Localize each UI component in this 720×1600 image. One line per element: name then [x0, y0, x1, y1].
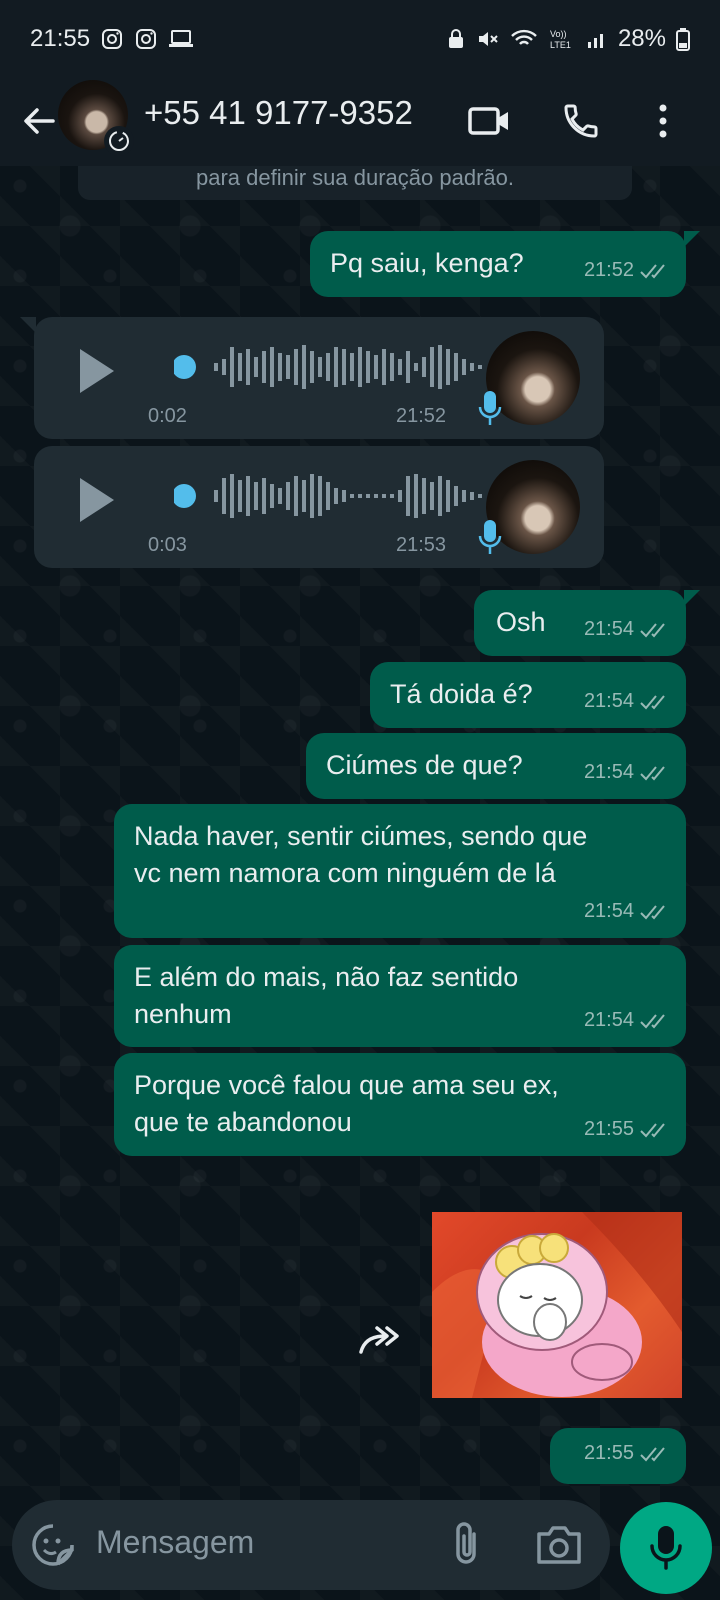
bubble-tail	[684, 231, 700, 247]
message-text: Pq saiu, kenga?	[330, 248, 524, 278]
more-options-icon[interactable]	[640, 98, 686, 144]
play-icon[interactable]	[76, 347, 116, 395]
message-composer: Mensagem	[12, 1500, 610, 1590]
message-time: 21:53	[396, 534, 447, 556]
message-text: Nada haver, sentir ciúmes, sendo que vc …	[134, 821, 588, 888]
message-text: Porque você falou que ama seu ex, que te…	[134, 1070, 559, 1137]
voice-message[interactable]: 0:03 21:53	[34, 446, 604, 568]
disappearing-timer-icon	[104, 126, 134, 156]
svg-text:LTE1: LTE1	[550, 40, 571, 50]
status-time: 21:55	[30, 25, 91, 52]
battery-icon	[676, 27, 690, 51]
voice-duration: 0:02	[148, 405, 187, 427]
message-time: 21:54	[583, 1009, 634, 1031]
outgoing-message[interactable]: Porque você falou que ama seu ex, que te…	[114, 1053, 686, 1156]
message-meta: 21:55	[584, 1435, 670, 1472]
voice-duration: 0:03	[148, 534, 187, 556]
double-check-icon	[640, 765, 665, 780]
double-check-icon	[640, 1122, 665, 1137]
laptop-icon	[168, 28, 194, 50]
message-time: 21:52	[396, 405, 447, 427]
message-meta: 21:54	[584, 611, 670, 648]
message-time: 21:54	[583, 618, 634, 640]
double-check-icon	[640, 622, 665, 637]
signal-icon	[586, 28, 608, 50]
double-check-icon	[640, 904, 665, 919]
battery-percent: 28%	[617, 25, 666, 52]
instagram-icon	[134, 27, 158, 51]
bubble-tail	[20, 317, 36, 333]
outgoing-message[interactable]: Ciúmes de que? 21:54	[306, 733, 686, 799]
svg-text:Vo)): Vo))	[550, 29, 567, 39]
mic-icon	[650, 1526, 682, 1570]
status-bar: 21:55 Vo)) LTE1 28%	[0, 0, 720, 78]
mic-icon	[478, 391, 502, 425]
message-meta: 21:52	[584, 252, 670, 289]
play-icon[interactable]	[76, 476, 116, 524]
message-text: Tá doida é?	[390, 679, 533, 709]
disappearing-messages-banner: para definir sua duração padrão.	[78, 166, 632, 200]
message-input[interactable]: Mensagem	[96, 1524, 254, 1561]
sticker-image[interactable]	[432, 1212, 682, 1398]
camera-icon[interactable]	[534, 1522, 584, 1568]
chat-header: +55 41 9177-9352	[0, 78, 720, 166]
message-meta: 21:54	[584, 683, 670, 720]
lock-icon	[446, 27, 466, 51]
attach-icon[interactable]	[444, 1520, 490, 1570]
forward-icon[interactable]	[344, 1306, 414, 1376]
video-call-icon[interactable]	[466, 98, 512, 144]
voice-record-button[interactable]	[620, 1502, 712, 1594]
outgoing-message[interactable]: E além do mais, não faz sentido nenhum 2…	[114, 945, 686, 1047]
double-check-icon	[640, 1446, 665, 1461]
message-meta: 21:55	[584, 1111, 670, 1148]
voice-call-icon[interactable]	[558, 98, 604, 144]
double-check-icon	[640, 1013, 665, 1028]
message-time: 21:52	[583, 259, 634, 281]
contact-name[interactable]: +55 41 9177-9352	[144, 94, 413, 132]
bubble-tail	[684, 590, 700, 606]
mute-icon	[476, 27, 500, 51]
volte-icon: Vo)) LTE1	[548, 27, 576, 51]
voice-message[interactable]: 0:02 21:52	[34, 317, 604, 439]
message-meta: 21:54	[584, 1002, 670, 1039]
banner-text: para definir sua duração padrão.	[196, 165, 514, 190]
message-time: 21:54	[583, 690, 634, 712]
outgoing-message[interactable]: Pq saiu, kenga? 21:52	[310, 231, 686, 297]
double-check-icon	[640, 694, 665, 709]
message-text: E além do mais, não faz sentido nenhum	[134, 962, 519, 1029]
sticker-emoji-icon[interactable]	[30, 1522, 76, 1568]
message-time: 21:54	[583, 900, 634, 922]
instagram-icon	[100, 27, 124, 51]
message-time: 21:55	[583, 1442, 634, 1464]
message-text: Osh	[496, 607, 546, 637]
mic-icon	[478, 520, 502, 554]
outgoing-message[interactable]: Nada haver, sentir ciúmes, sendo que vc …	[114, 804, 686, 938]
sticker-meta-bubble: 21:55	[550, 1428, 686, 1484]
wifi-icon	[510, 28, 538, 50]
message-time: 21:55	[583, 1118, 634, 1140]
message-meta: 21:54	[584, 754, 670, 791]
back-arrow-icon[interactable]	[14, 96, 64, 146]
message-time: 21:54	[583, 761, 634, 783]
outgoing-message[interactable]: Osh 21:54	[474, 590, 686, 656]
waveform[interactable]	[174, 468, 494, 524]
message-text: Ciúmes de que?	[326, 750, 523, 780]
outgoing-message[interactable]: Tá doida é? 21:54	[370, 662, 686, 728]
waveform[interactable]	[174, 339, 494, 395]
double-check-icon	[640, 263, 665, 278]
message-meta: 21:54	[584, 893, 670, 930]
